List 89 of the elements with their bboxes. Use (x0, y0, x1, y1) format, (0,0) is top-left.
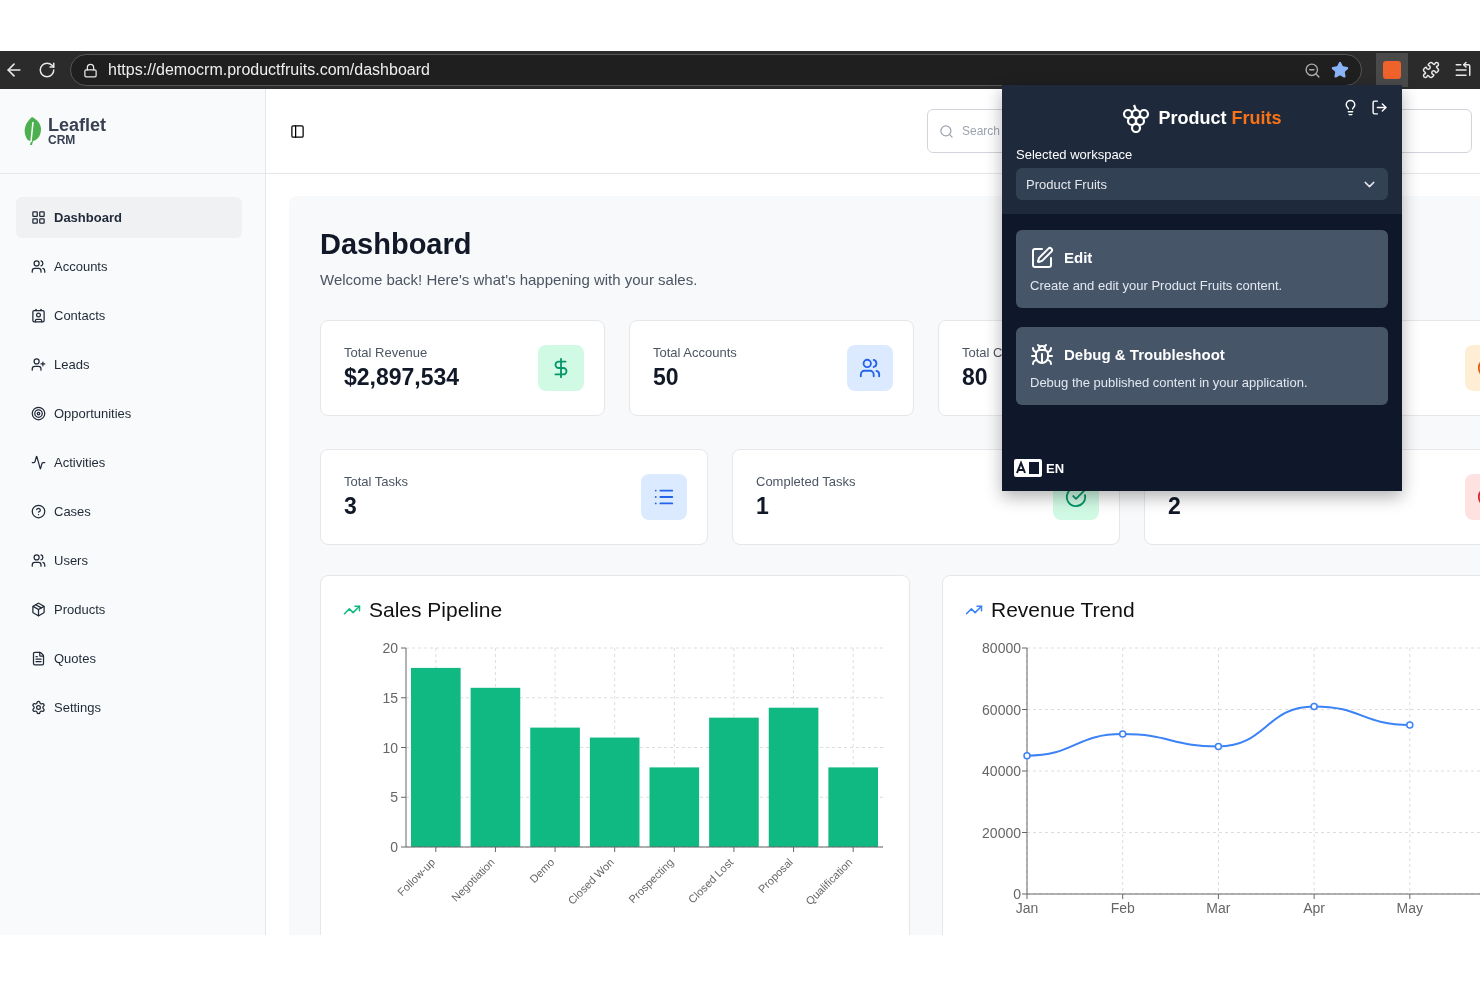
axis-tick-label: 20000 (982, 824, 1021, 841)
stat-value: 2 (1168, 493, 1181, 520)
page-title: Dashboard (320, 228, 472, 261)
sidebar-item[interactable]: Accounts (16, 246, 242, 287)
url-text: https://democrm.productfruits.com/dashboard (108, 61, 431, 79)
zoom-out-icon[interactable] (1304, 61, 1321, 79)
sidebar-toggle-icon[interactable] (290, 123, 305, 139)
workspace-label: Selected workspace (1016, 147, 1134, 162)
sidebar-item[interactable]: Dashboard (16, 197, 242, 238)
stat-value: $2,897,534 (344, 364, 460, 391)
page-subtitle: Welcome back! Here's what's happening with your sales. (320, 271, 698, 288)
leaf-logo-icon (22, 116, 42, 146)
chart-title: Revenue Trend (991, 598, 1135, 622)
axis-tick-label: 40000 (982, 763, 1021, 779)
activity-icon (31, 455, 46, 470)
sidebar-item[interactable]: Leads (16, 344, 242, 385)
stat-value: 1 (756, 493, 770, 520)
chart-title: Sales Pipeline (369, 598, 503, 622)
star-icon[interactable] (1331, 61, 1349, 79)
action-card[interactable]: Debug & Troubleshoot Debug the published content in your application. (1016, 327, 1388, 405)
data-point (1118, 730, 1127, 738)
translate-icon (1014, 459, 1042, 477)
axis-tick-label: 0 (390, 839, 398, 855)
sidebar-item[interactable]: Opportunities (16, 393, 242, 434)
language-button[interactable]: EN (1002, 459, 1065, 491)
action-title: Debug & Troubleshoot (1064, 346, 1225, 363)
axis-tick-label: 10 (382, 739, 398, 756)
axis-tick-label: 60000 (982, 701, 1021, 718)
help-circle-icon (31, 504, 46, 519)
workspace-select[interactable]: Product Fruits (1016, 168, 1388, 200)
box-icon (31, 602, 46, 617)
sidebar-item[interactable]: Quotes (16, 638, 242, 679)
action-description: Debug the published content in your application. (1030, 374, 1309, 390)
document-icon (31, 651, 46, 666)
reload-icon[interactable] (38, 61, 56, 79)
address-bar[interactable]: https://democrm.productfruits.com/dashboard (70, 54, 1362, 86)
stat-label: Total Tasks (344, 474, 409, 489)
settings-icon (31, 700, 46, 715)
axis-category-label: Mar (1206, 900, 1231, 916)
brand-name: Product Fruits (1158, 107, 1282, 129)
user-plus-icon (31, 357, 46, 372)
sidebar-item[interactable]: Contacts (16, 295, 242, 336)
sidebar-item[interactable]: Users (16, 540, 242, 581)
axis-tick-label: 15 (382, 689, 398, 706)
logout-icon[interactable] (1371, 99, 1388, 116)
action-title: Edit (1064, 249, 1093, 266)
axis-tick-label: 80000 (982, 640, 1021, 656)
extension-icon (1383, 61, 1401, 79)
sidebar-item[interactable]: Settings (16, 687, 242, 728)
sidebar-item[interactable]: Products (16, 589, 242, 630)
stat-label: Total Accounts (653, 345, 737, 360)
users-icon (31, 259, 46, 274)
lock-icon (83, 62, 98, 78)
contact-card-icon (31, 308, 46, 323)
search-icon (939, 123, 954, 139)
stat-label: Completed Tasks (756, 474, 856, 489)
stat-value: 80 (962, 364, 989, 391)
axis-category-label: Jan (1015, 900, 1039, 916)
stat-value: 50 (653, 364, 680, 391)
favorites-icon[interactable] (1454, 61, 1472, 79)
users-icon (31, 553, 46, 568)
grapes-logo-icon (1122, 103, 1151, 133)
puzzle-icon[interactable] (1422, 61, 1440, 79)
logo-subtitle: CRM (48, 134, 77, 146)
axis-category-label: May (1396, 900, 1424, 916)
stat-value: 3 (344, 493, 358, 520)
stat-label: Total C (962, 345, 1003, 360)
sidebar-item[interactable]: Activities (16, 442, 242, 483)
pencil-square-icon (1030, 245, 1054, 270)
data-point (1023, 751, 1031, 760)
data-point (1214, 742, 1223, 751)
data-point (1406, 721, 1414, 729)
data-point (1310, 702, 1318, 711)
logo-name: Leaflet (48, 116, 107, 134)
axis-category-label: Apr (1303, 900, 1325, 916)
search-placeholder: Search (962, 124, 1001, 138)
target-icon (31, 406, 46, 421)
bug-icon (1030, 342, 1054, 367)
sidebar-item[interactable]: Cases (16, 491, 242, 532)
stat-label: Total Revenue (344, 345, 429, 360)
axis-category-label: Feb (1110, 900, 1135, 916)
grid-icon (31, 210, 46, 225)
action-card[interactable]: Edit Create and edit your Product Fruits content. (1016, 230, 1388, 308)
action-description: Create and edit your Product Fruits content. (1030, 277, 1284, 293)
axis-tick-label: 20 (382, 640, 398, 656)
axis-tick-label: 5 (390, 789, 398, 806)
extension-button[interactable] (1376, 53, 1408, 87)
users-icon (859, 357, 881, 379)
axis-tick-label: 0 (1013, 886, 1021, 902)
